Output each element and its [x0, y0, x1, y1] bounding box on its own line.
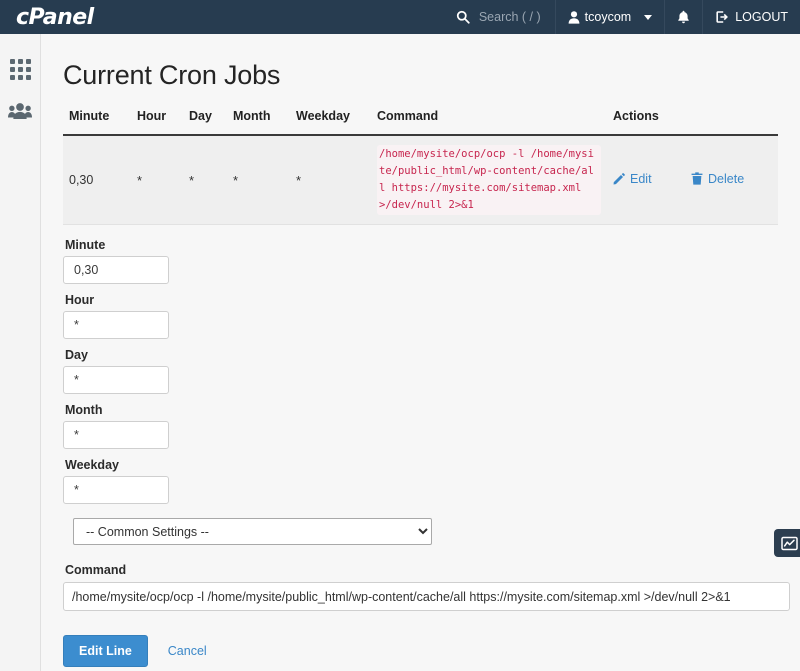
cell-minute: 0,30	[63, 135, 131, 225]
label-month: Month	[65, 403, 103, 417]
chart-icon	[780, 536, 798, 551]
field-group-month: Month	[63, 403, 778, 449]
column-header-minute: Minute	[63, 109, 131, 136]
column-header-weekday: Weekday	[290, 109, 371, 136]
table-head: Minute Hour Day Month Weekday Command Ac…	[63, 109, 778, 136]
label-weekday: Weekday	[65, 458, 119, 472]
page-title: Current Cron Jobs	[63, 60, 281, 90]
command-code: /home/mysite/ocp/ocp -l /home/mysite/pub…	[377, 145, 601, 215]
edit-link[interactable]: Edit	[613, 172, 652, 186]
label-command: Command	[65, 563, 127, 577]
chevron-down-icon	[644, 14, 653, 20]
hour-input[interactable]	[63, 311, 169, 339]
sidebar-item-user-manager[interactable]	[0, 90, 40, 132]
field-group-weekday: Weekday	[63, 458, 778, 504]
cpanel-logo[interactable]: cPanel	[0, 0, 120, 34]
month-input[interactable]	[63, 421, 169, 449]
field-group-minute: Minute	[63, 238, 778, 284]
field-group-hour: Hour	[63, 293, 778, 339]
cell-month: *	[227, 135, 290, 225]
cron-edit-form: Minute Hour Day Month Weekday	[63, 238, 790, 667]
logout-button[interactable]: LOGOUT	[702, 0, 800, 34]
trash-icon	[691, 172, 703, 185]
field-group-day: Day	[63, 348, 778, 394]
bell-icon	[677, 10, 690, 24]
top-header: cPanel Search ( / ) tcoycom LOGOUT	[0, 0, 800, 34]
table-row: 0,30 * * * * /home/mysite/ocp/ocp -l /ho…	[63, 135, 778, 225]
column-header-month: Month	[227, 109, 290, 136]
user-menu[interactable]: tcoycom	[554, 0, 665, 34]
delete-link[interactable]: Delete	[691, 172, 744, 186]
body-wrapper: Current Cron Jobs Minute Hour Day Month …	[0, 34, 800, 671]
cell-hour: *	[131, 135, 183, 225]
sidebar-item-apps[interactable]	[0, 48, 40, 90]
column-header-hour: Hour	[131, 109, 183, 136]
cron-jobs-table: Minute Hour Day Month Weekday Command Ac…	[63, 109, 778, 225]
label-minute: Minute	[65, 238, 106, 252]
delete-label: Delete	[708, 171, 745, 186]
search-placeholder: Search ( / )	[478, 10, 541, 24]
command-input[interactable]	[63, 582, 790, 611]
form-actions: Edit Line Cancel	[63, 635, 778, 667]
table-header-row: Minute Hour Day Month Weekday Command Ac…	[63, 109, 778, 136]
cell-day: *	[183, 135, 227, 225]
column-header-day: Day	[183, 109, 227, 136]
edit-label: Edit	[630, 172, 652, 187]
common-settings-row: -- Common Settings --	[73, 518, 778, 545]
notifications-button[interactable]	[664, 0, 702, 34]
main-content: Current Cron Jobs Minute Hour Day Month …	[41, 34, 800, 671]
user-name: tcoycom	[584, 10, 632, 24]
logout-label: LOGOUT	[735, 10, 788, 24]
search-input[interactable]: Search ( / )	[446, 0, 555, 34]
header-spacer	[120, 0, 446, 34]
command-block: Command	[63, 563, 790, 611]
cancel-link[interactable]: Cancel	[168, 644, 207, 658]
grid-icon	[9, 58, 31, 80]
day-input[interactable]	[63, 366, 169, 394]
sidebar	[0, 34, 41, 671]
pencil-icon	[613, 173, 625, 185]
table-body: 0,30 * * * * /home/mysite/ocp/ocp -l /ho…	[63, 135, 778, 225]
stats-widget-button[interactable]	[774, 529, 800, 557]
column-header-command: Command	[371, 109, 607, 136]
label-day: Day	[65, 348, 88, 362]
cell-command: /home/mysite/ocp/ocp -l /home/mysite/pub…	[371, 135, 607, 225]
edit-line-button[interactable]: Edit Line	[63, 635, 148, 667]
weekday-input[interactable]	[63, 476, 169, 504]
cell-actions: Edit Delete	[607, 135, 778, 225]
cell-weekday: *	[290, 135, 371, 225]
column-header-actions: Actions	[607, 109, 778, 136]
user-icon	[568, 10, 580, 24]
logout-icon	[715, 10, 729, 24]
common-settings-select[interactable]: -- Common Settings --	[73, 518, 432, 545]
label-hour: Hour	[65, 293, 95, 307]
minute-input[interactable]	[63, 256, 169, 284]
users-icon	[8, 102, 32, 120]
search-icon	[456, 10, 470, 24]
